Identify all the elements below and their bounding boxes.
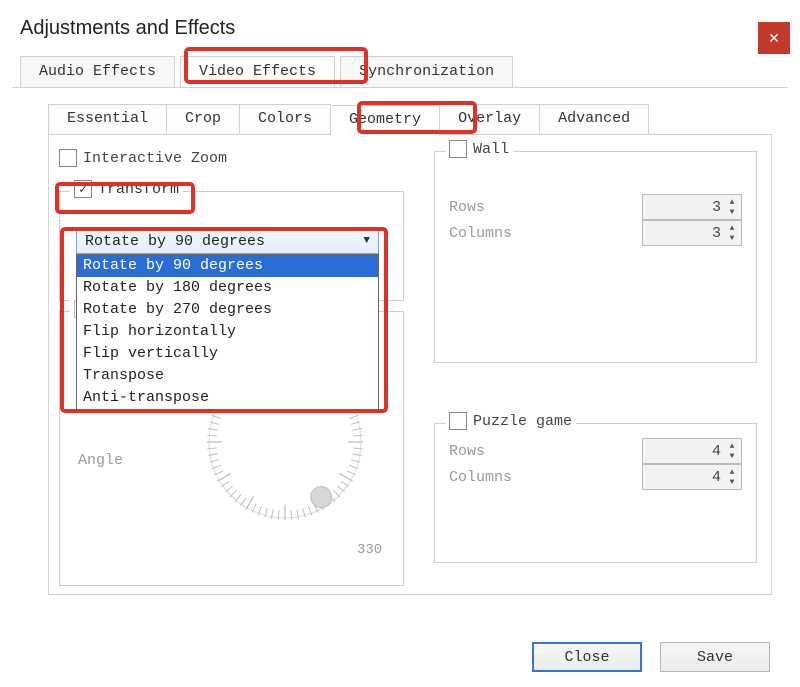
interactive-zoom-label: Interactive Zoom (83, 150, 227, 167)
adjustments-effects-dialog: Adjustments and Effects ✕ Audio Effects … (12, 8, 788, 678)
wall-group: Wall Rows 3 ▲▼ Columns 3 ▲▼ (434, 151, 757, 363)
transform-checkbox[interactable]: ✓ (74, 180, 92, 198)
wall-rows-value: 3 (712, 199, 721, 216)
transform-toggle[interactable]: ✓ Transform (74, 180, 179, 198)
tab-advanced[interactable]: Advanced (539, 104, 649, 134)
tab-crop[interactable]: Crop (166, 104, 240, 134)
spinner-buttons[interactable]: ▲▼ (725, 441, 739, 461)
geometry-panel: Interactive Zoom ✓ Transform Rotate by 9… (48, 135, 772, 595)
transform-title: ✓ Transform (70, 180, 183, 198)
chevron-down-icon: ▼ (363, 235, 370, 247)
tab-geometry[interactable]: Geometry (330, 105, 440, 135)
wall-checkbox[interactable] (449, 140, 467, 158)
puzzle-group: Puzzle game Rows 4 ▲▼ Columns 4 ▲▼ (434, 423, 757, 563)
wall-label: Wall (473, 141, 509, 158)
transform-option[interactable]: Flip vertically (77, 343, 378, 365)
puzzle-label: Puzzle game (473, 413, 572, 430)
transform-option[interactable]: Flip horizontally (77, 321, 378, 343)
wall-rows-label: Rows (449, 199, 485, 216)
transform-option[interactable]: Transpose (77, 365, 378, 387)
wall-toggle[interactable]: Wall (445, 140, 513, 158)
transform-option[interactable]: Rotate by 270 degrees (77, 299, 378, 321)
wall-cols-label: Columns (449, 225, 512, 242)
puzzle-cols-spinner[interactable]: 4 ▲▼ (642, 464, 742, 490)
window-title: Adjustments and Effects (20, 17, 235, 40)
puzzle-cols-label: Columns (449, 469, 512, 486)
interactive-zoom-row[interactable]: Interactive Zoom (59, 149, 404, 167)
transform-option[interactable]: Rotate by 90 degrees (77, 255, 378, 277)
tab-overlay[interactable]: Overlay (439, 104, 540, 134)
spinner-buttons[interactable]: ▲▼ (725, 223, 739, 243)
puzzle-cols-value: 4 (712, 469, 721, 486)
wall-rows-spinner[interactable]: 3 ▲▼ (642, 194, 742, 220)
transform-dropdown[interactable]: Rotate by 90 degrees ▼ (76, 228, 379, 254)
puzzle-cols-row: Columns 4 ▲▼ (435, 464, 756, 490)
puzzle-toggle[interactable]: Puzzle game (445, 412, 576, 430)
puzzle-rows-value: 4 (712, 443, 721, 460)
transform-label: Transform (98, 181, 179, 198)
tab-colors[interactable]: Colors (239, 104, 331, 134)
wall-cols-spinner[interactable]: 3 ▲▼ (642, 220, 742, 246)
transform-group: ✓ Transform Rotate by 90 degrees ▼ Rotat… (59, 191, 404, 301)
puzzle-rows-row: Rows 4 ▲▼ (435, 438, 756, 464)
transform-option[interactable]: Anti-transpose (77, 387, 378, 409)
main-tab-bar: Audio Effects Video Effects Synchronizat… (12, 56, 788, 88)
tab-essential[interactable]: Essential (48, 104, 167, 134)
tab-video-effects[interactable]: Video Effects (180, 56, 335, 87)
transform-option[interactable]: Rotate by 180 degrees (77, 277, 378, 299)
dialog-footer: Close Save (532, 642, 770, 672)
wall-rows-row: Rows 3 ▲▼ (435, 194, 756, 220)
right-column: Wall Rows 3 ▲▼ Columns 3 ▲▼ (434, 145, 757, 584)
puzzle-checkbox[interactable] (449, 412, 467, 430)
close-icon: ✕ (768, 30, 780, 47)
interactive-zoom-checkbox[interactable] (59, 149, 77, 167)
puzzle-rows-label: Rows (449, 443, 485, 460)
dial-knob[interactable] (311, 487, 332, 508)
wall-cols-value: 3 (712, 225, 721, 242)
spinner-buttons[interactable]: ▲▼ (725, 467, 739, 487)
puzzle-rows-spinner[interactable]: 4 ▲▼ (642, 438, 742, 464)
close-button[interactable]: Close (532, 642, 642, 672)
left-column: Interactive Zoom ✓ Transform Rotate by 9… (59, 145, 404, 584)
video-effects-panel: Essential Crop Colors Geometry Overlay A… (48, 104, 772, 595)
transform-dropdown-list[interactable]: Rotate by 90 degrees Rotate by 180 degre… (76, 254, 379, 410)
titlebar: Adjustments and Effects (12, 8, 788, 48)
dial-330-label: 330 (357, 542, 382, 558)
tab-synchronization[interactable]: Synchronization (340, 56, 513, 87)
angle-label: Angle (78, 452, 123, 469)
transform-selected-value: Rotate by 90 degrees (85, 233, 265, 250)
sub-tab-bar: Essential Crop Colors Geometry Overlay A… (48, 104, 772, 135)
spinner-buttons[interactable]: ▲▼ (725, 197, 739, 217)
save-button[interactable]: Save (660, 642, 770, 672)
window-close-button[interactable]: ✕ (758, 22, 790, 54)
tab-audio-effects[interactable]: Audio Effects (20, 56, 175, 87)
wall-cols-row: Columns 3 ▲▼ (435, 220, 756, 246)
